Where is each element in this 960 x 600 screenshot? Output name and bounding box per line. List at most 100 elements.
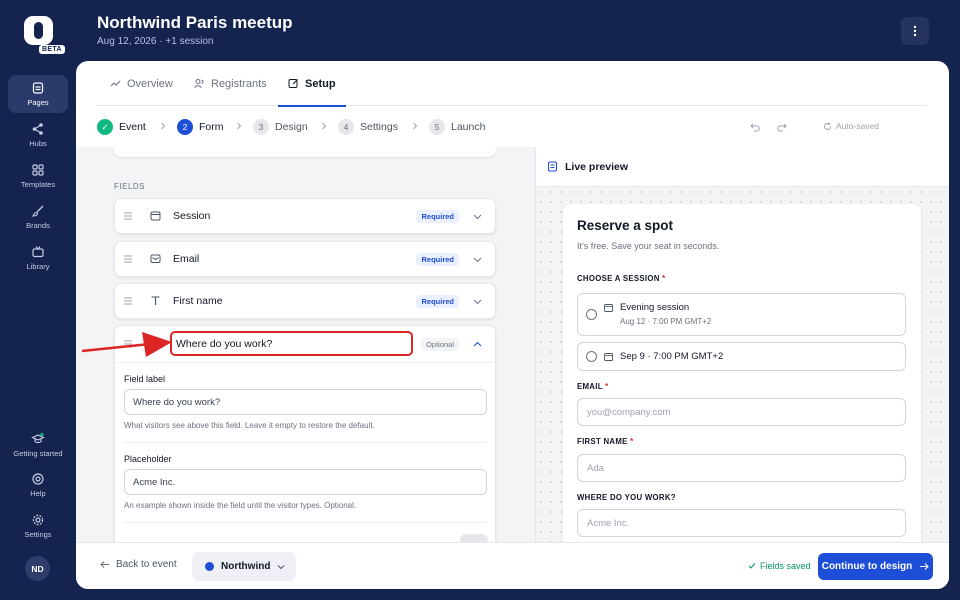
tv-icon [32,246,44,258]
rail-label: Pages [27,98,49,107]
rail-label: Settings [24,530,52,539]
radio-button[interactable] [586,351,597,362]
rail-item-help[interactable]: Help [8,466,68,504]
radio-button[interactable] [586,309,597,320]
kebab-icon [913,25,917,37]
brush-icon [31,205,44,217]
back-to-event-link[interactable]: Back to event [100,559,177,570]
rail-item-hubs[interactable]: Hubs [8,116,68,154]
session-label-text: CHOOSE A SESSION [577,274,660,283]
step-launch[interactable]: 5 Launch [429,119,485,135]
rail-item-pages[interactable]: Pages [8,75,68,113]
field-label-inline-input[interactable] [170,331,413,356]
continue-to-design-button[interactable]: Continue to design [818,553,933,580]
placeholder-title: Placeholder [124,454,172,464]
preview-form-card: Reserve a spot It's free. Save your seat… [563,204,921,542]
required-star: * [662,274,666,283]
check-icon [748,563,756,569]
chevron-down-icon[interactable] [473,255,482,264]
field-label-help: What visitors see above this field. Leav… [124,421,375,430]
email-input[interactable] [577,398,906,426]
rail-label: Getting started [13,449,63,458]
chevron-down-icon[interactable] [473,297,482,306]
rail-item-getting-started[interactable]: Getting started [8,426,68,464]
tab-overview[interactable]: Overview [110,61,173,106]
field-row-email[interactable]: Email Required [114,241,496,277]
form-subtitle: It's free. Save your seat in seconds. [577,241,720,251]
mail-icon [150,254,161,263]
session-option[interactable]: Evening session Aug 12 · 7:00 PM GMT+2 [577,293,906,336]
share-icon [32,123,43,135]
divider [124,522,487,523]
placeholder-help: An example shown inside the field until … [124,501,357,510]
field-name: Email [173,253,200,265]
undo-icon[interactable] [750,122,761,133]
required-star: * [630,437,634,446]
field-label-input[interactable] [124,389,487,415]
required-toggle[interactable] [460,534,488,542]
drag-handle-icon[interactable] [124,254,132,264]
tab-label: Setup [305,77,336,90]
field-row-first-name[interactable]: First name Required [114,283,496,319]
text-icon [151,296,160,305]
first-name-input[interactable] [577,454,906,482]
step-label: Event [119,121,146,133]
tab-bar: Overview Registrants Setup [96,61,927,107]
redo-icon[interactable] [776,122,787,133]
preview-header: Live preview [536,147,949,187]
tab-registrants[interactable]: Registrants [194,61,267,106]
step-label: Design [275,121,308,133]
rail-item-brands[interactable]: Brands [8,198,68,236]
field-name: Session [173,210,211,222]
divider [124,442,487,443]
drag-handle-icon[interactable] [124,211,132,221]
brand-selector[interactable]: Northwind [192,552,296,581]
step-number: 2 [177,119,193,135]
grid-icon [32,164,44,176]
fields-saved-status: Fields saved [748,561,811,571]
work-input[interactable] [577,509,906,537]
tab-label: Overview [127,77,173,90]
form-icon [547,161,558,172]
calendar-icon [150,211,161,221]
field-row-session[interactable]: Session Required [114,198,496,234]
rail-item-settings[interactable]: Settings [8,507,68,545]
placeholder-input[interactable] [124,469,487,495]
rail-label: Brands [26,221,50,230]
wizard-steps: ✓ Event 2 Form 3 Design 4 Settings 5 Lau… [96,107,927,147]
step-settings[interactable]: 4 Settings [338,119,398,135]
autosave-status: Auto-saved [823,121,879,131]
form-title: Reserve a spot [577,218,674,233]
refresh-icon [824,122,832,130]
session-name: Evening session [620,302,690,313]
rail-label: Library [26,262,50,271]
saved-label: Fields saved [760,561,811,571]
step-label: Settings [360,121,398,133]
chevron-right-icon [161,122,166,130]
main-card: Overview Registrants Setup ✓ Event 2 For… [76,61,949,589]
required-badge: Required [416,295,459,308]
rail-item-library[interactable]: Library [8,239,68,277]
email-label: EMAIL * [577,382,608,391]
page-subtitle: Aug 12, 2026 · +1 session [97,36,214,47]
step-design[interactable]: 3 Design [253,119,308,135]
rail-label: Templates [20,180,56,189]
step-event[interactable]: ✓ Event [97,119,146,135]
tab-setup[interactable]: Setup [278,61,346,107]
session-label: CHOOSE A SESSION * [577,274,665,283]
drag-handle-icon[interactable] [124,339,132,349]
work-label: WHERE DO YOU WORK? [577,493,676,502]
chevron-up-icon[interactable] [473,340,482,349]
arrow-left-icon [100,561,109,568]
drag-handle-icon[interactable] [124,296,132,306]
step-form[interactable]: 2 Form [177,119,224,135]
session-option[interactable]: Sep 9 · 7:00 PM GMT+2 [577,342,906,371]
more-options-button[interactable] [901,17,929,45]
rail-item-templates[interactable]: Templates [8,157,68,195]
chevron-down-icon[interactable] [473,212,482,221]
arrow-right-icon [920,563,930,570]
avatar[interactable]: ND [25,556,50,581]
required-badge: Required [416,210,459,223]
first-name-label: FIRST NAME * [577,437,633,446]
app-logo[interactable] [24,16,53,45]
